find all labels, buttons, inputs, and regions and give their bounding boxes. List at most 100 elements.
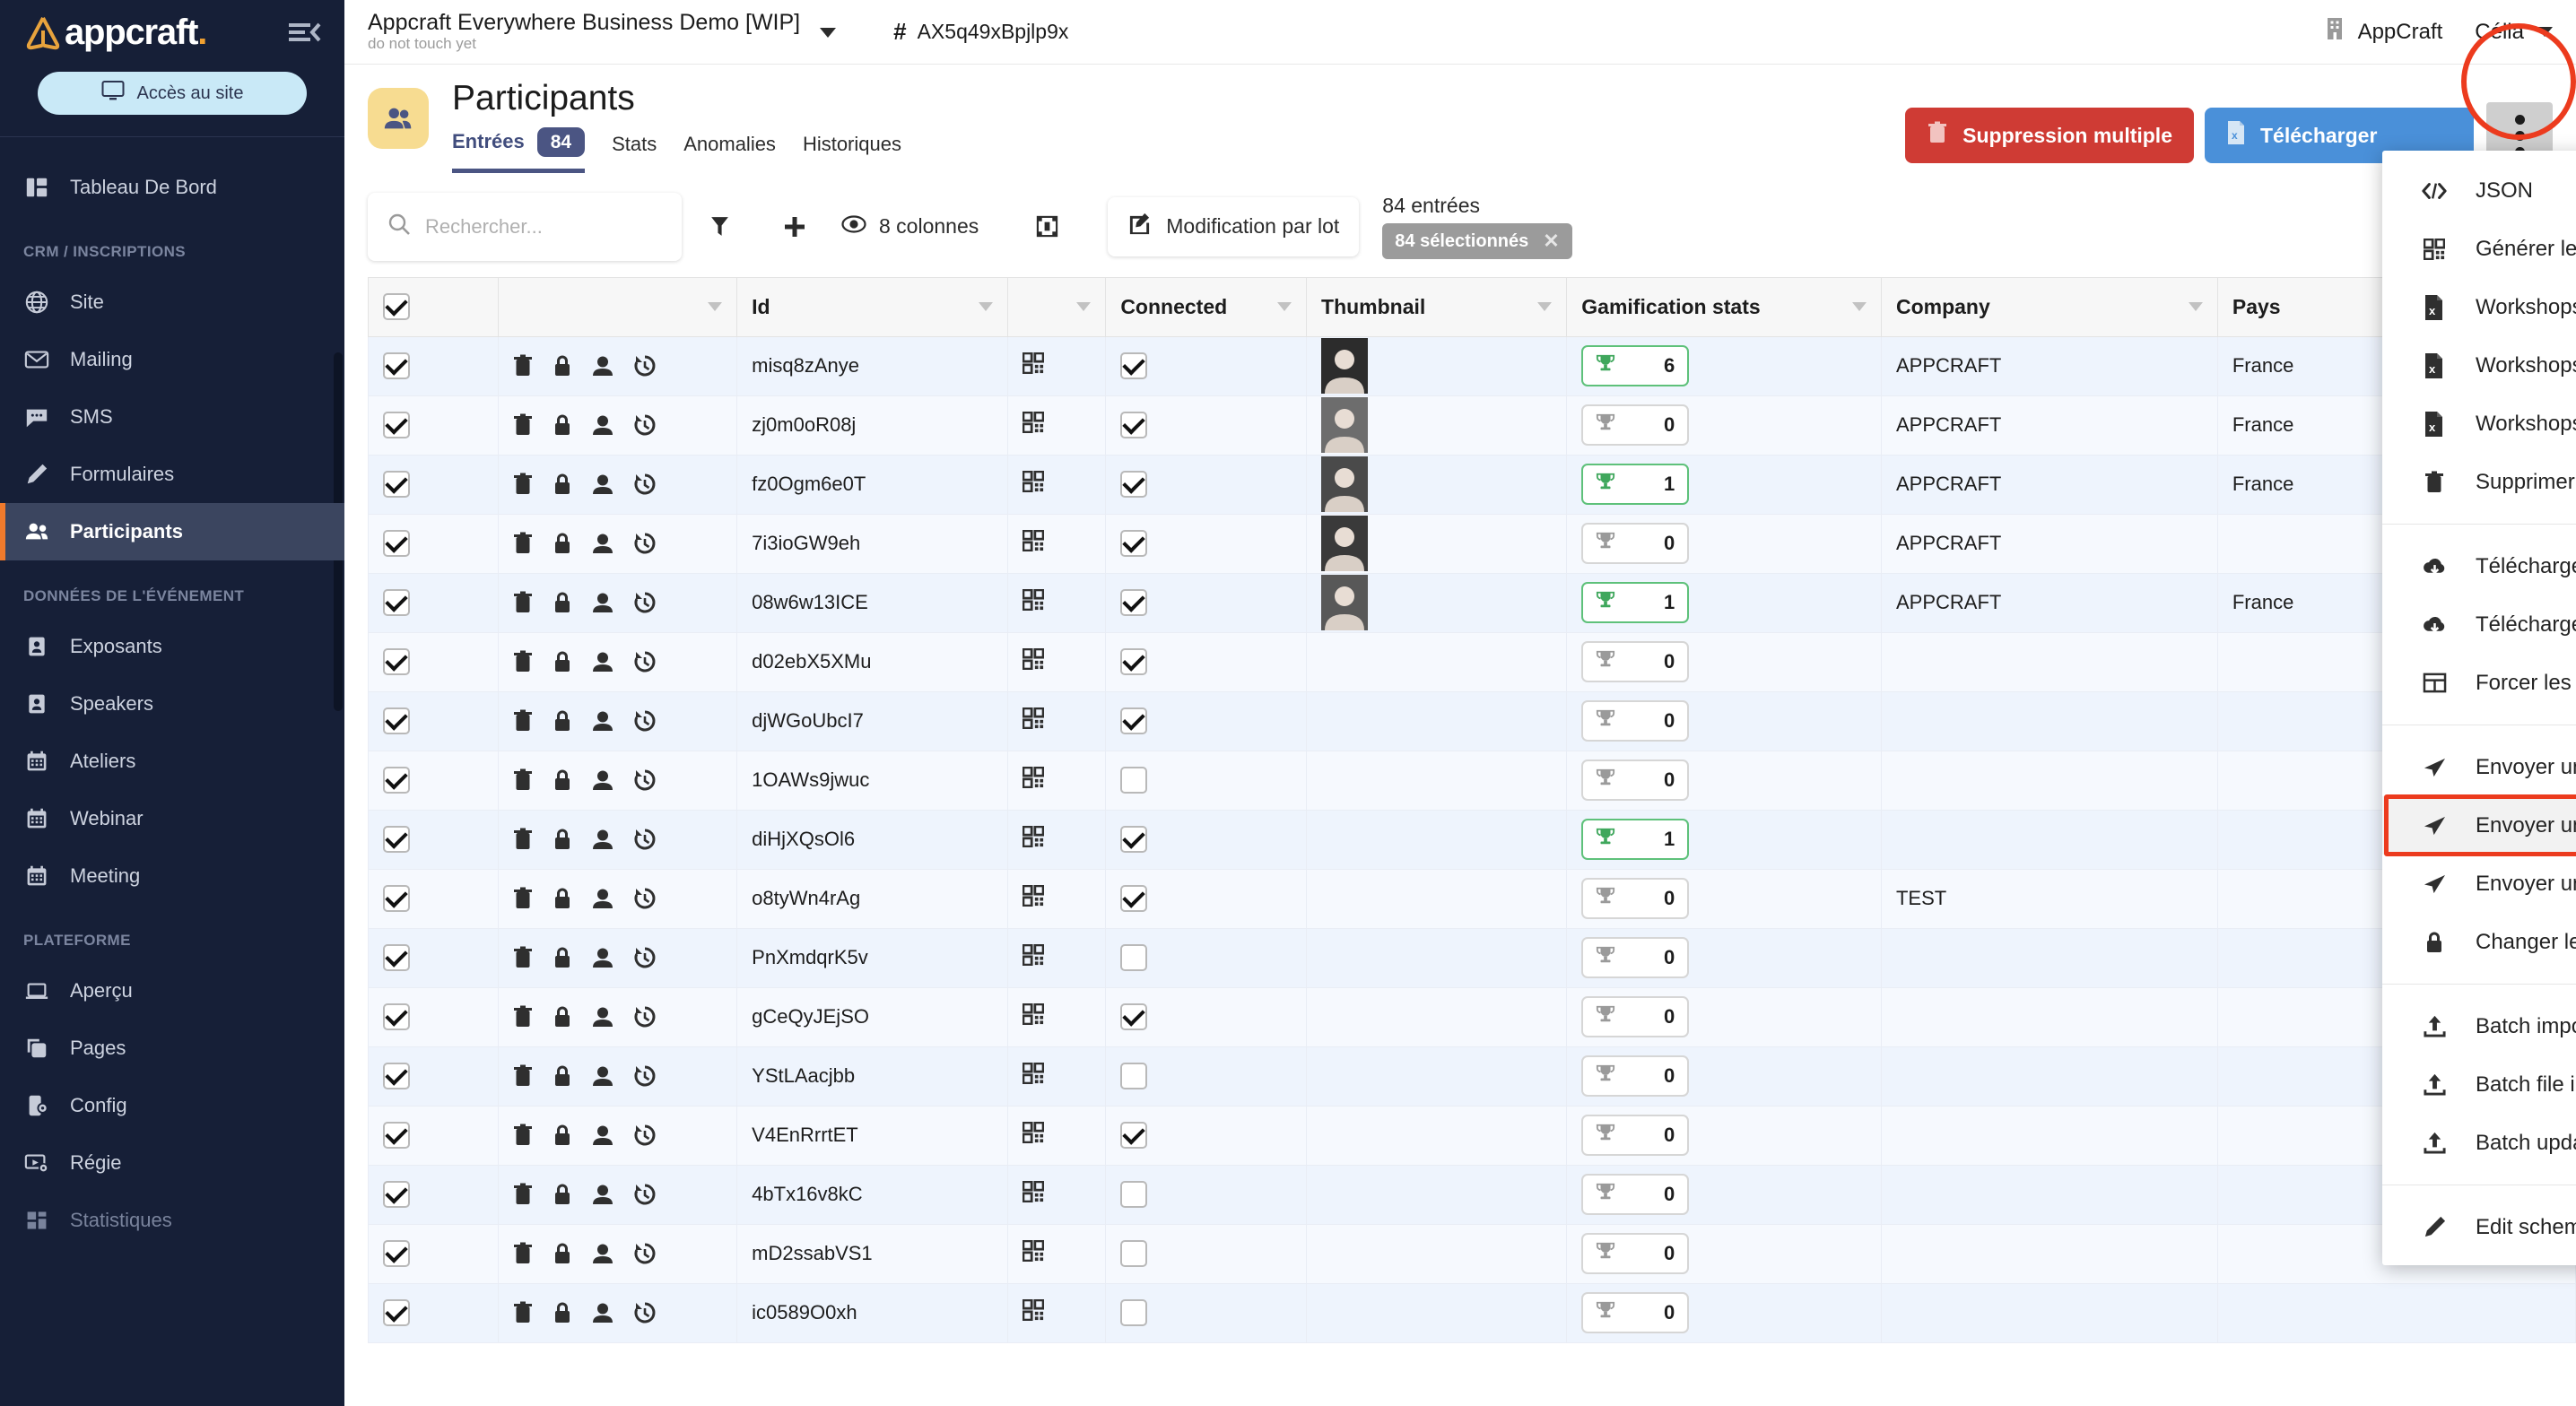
history-icon[interactable] [633,1005,657,1028]
lock-icon[interactable] [553,768,572,792]
qrcode-icon[interactable] [1023,529,1045,556]
sidebar-item-exposants[interactable]: Exposants [0,618,344,675]
sidebar-item-sms[interactable]: SMS [0,388,344,446]
qrcode-icon[interactable] [1023,943,1045,970]
qrcode-cell[interactable] [1007,572,1107,633]
person-icon[interactable] [592,354,614,378]
history-icon[interactable] [633,1301,657,1324]
qrcode-icon[interactable] [1023,647,1045,674]
row-checkbox[interactable] [383,589,410,617]
qrcode-icon[interactable] [1023,1180,1045,1207]
lock-icon[interactable] [553,1005,572,1028]
qrcode-icon[interactable] [1023,766,1045,793]
collapse-sidebar-icon[interactable] [287,19,321,46]
table-row[interactable]: djWGoUbcI7 0 [367,690,2576,751]
plus-icon[interactable] [757,200,832,254]
sidebar-item-participants[interactable]: Participants [0,503,344,560]
sidebar-item-webinar[interactable]: Webinar [0,790,344,847]
row-select-cell[interactable] [367,1164,500,1225]
person-icon[interactable] [592,1242,614,1265]
qrcode-cell[interactable] [1007,1046,1107,1107]
qrcode-icon[interactable] [1023,470,1045,497]
trash-icon[interactable] [513,1064,533,1088]
history-icon[interactable] [633,532,657,555]
person-icon[interactable] [592,1124,614,1147]
lock-icon[interactable] [553,532,572,555]
person-icon[interactable] [592,413,614,437]
project-selector[interactable]: Appcraft Everywhere Business Demo [WIP] … [368,10,800,54]
menu-item-envoyer-un-mail-d-activation[interactable]: Envoyer un mail d'activation [2382,855,2576,913]
person-icon[interactable] [592,473,614,496]
history-icon[interactable] [633,709,657,733]
sidebar-item-apercu[interactable]: Aperçu [0,962,344,1020]
connected-cell[interactable] [1105,1282,1308,1343]
person-icon[interactable] [592,887,614,910]
trash-icon[interactable] [513,473,533,496]
row-checkbox[interactable] [383,1240,410,1268]
connected-checkbox[interactable] [1120,648,1148,676]
connected-checkbox[interactable] [1120,826,1148,854]
connected-cell[interactable] [1105,690,1308,751]
trash-icon[interactable] [513,532,533,555]
menu-item-batch-update[interactable]: Batch update [2382,1114,2576,1172]
history-icon[interactable] [633,1183,657,1206]
row-checkbox[interactable] [383,1181,410,1209]
chevron-down-icon[interactable] [2537,27,2553,37]
trash-icon[interactable] [513,1301,533,1324]
table-row[interactable]: gCeQyJEjSO 0 [367,986,2576,1047]
connected-checkbox[interactable] [1120,589,1148,617]
row-select-cell[interactable] [367,809,500,870]
sidebar-item-mailing[interactable]: Mailing [0,331,344,388]
sidebar-item-site[interactable]: Site [0,273,344,331]
chevron-down-icon[interactable] [979,302,994,312]
chevron-down-icon[interactable] [1851,302,1867,312]
history-icon[interactable] [633,887,657,910]
connected-checkbox[interactable] [1120,885,1148,913]
trash-icon[interactable] [513,768,533,792]
sidebar-item-regie[interactable]: Régie [0,1134,344,1192]
qrcode-cell[interactable] [1007,1164,1107,1225]
trash-icon[interactable] [513,1005,533,1028]
connected-cell[interactable] [1105,927,1308,988]
connected-cell[interactable] [1105,750,1308,811]
qrcode-icon[interactable] [1023,1298,1045,1325]
menu-item-envoyer-un-mail[interactable]: Envoyer un mail [2382,738,2576,796]
row-select-cell[interactable] [367,513,500,574]
connected-cell[interactable] [1105,454,1308,515]
row-select-cell[interactable] [367,395,500,456]
menu-item-batch-import[interactable]: Batch import [2382,997,2576,1055]
menu-item-batch-file-import[interactable]: Batch file import [2382,1055,2576,1114]
chevron-down-icon[interactable] [708,302,723,312]
close-icon[interactable]: ✕ [1543,230,1559,253]
row-select-cell[interactable] [367,1046,500,1107]
row-checkbox[interactable] [383,352,410,380]
table-row[interactable]: o8tyWn4rAg 0 TEST [367,868,2576,929]
connected-checkbox[interactable] [1120,767,1148,794]
table-row[interactable]: 08w6w13ICE 1 APPCRAFT France [367,572,2576,633]
row-checkbox[interactable] [383,826,410,854]
connected-checkbox[interactable] [1120,1299,1148,1327]
qrcode-cell[interactable] [1007,1223,1107,1284]
trash-icon[interactable] [513,413,533,437]
lock-icon[interactable] [553,1301,572,1324]
user-menu[interactable]: Célia [2475,20,2553,45]
fit-columns-icon[interactable] [1009,200,1084,254]
menu-item-supprimer-les-inscriptions-aux-sessions[interactable]: Supprimer les inscriptions aux sessions [2382,453,2576,511]
chevron-down-icon[interactable] [820,28,837,38]
person-icon[interactable] [592,946,614,969]
menu-item-json[interactable]: JSON [2382,161,2576,220]
sidebar-item-statistiques[interactable]: Statistiques [0,1192,344,1249]
sidebar-item-formulaires[interactable]: Formulaires [0,446,344,503]
qrcode-cell[interactable] [1007,690,1107,751]
qrcode-icon[interactable] [1023,1002,1045,1029]
row-select-cell[interactable] [367,1105,500,1166]
row-select-cell[interactable] [367,927,500,988]
row-select-cell[interactable] [367,1282,500,1343]
table-row[interactable]: V4EnRrrtET 0 [367,1105,2576,1166]
qrcode-icon[interactable] [1023,884,1045,911]
lock-icon[interactable] [553,1064,572,1088]
person-icon[interactable] [592,828,614,851]
connected-checkbox[interactable] [1120,944,1148,972]
menu-item-t-l-charger-les-fichiers[interactable]: Télécharger les fichiers [2382,537,2576,595]
table-row[interactable]: 4bTx16v8kC 0 [367,1164,2576,1225]
